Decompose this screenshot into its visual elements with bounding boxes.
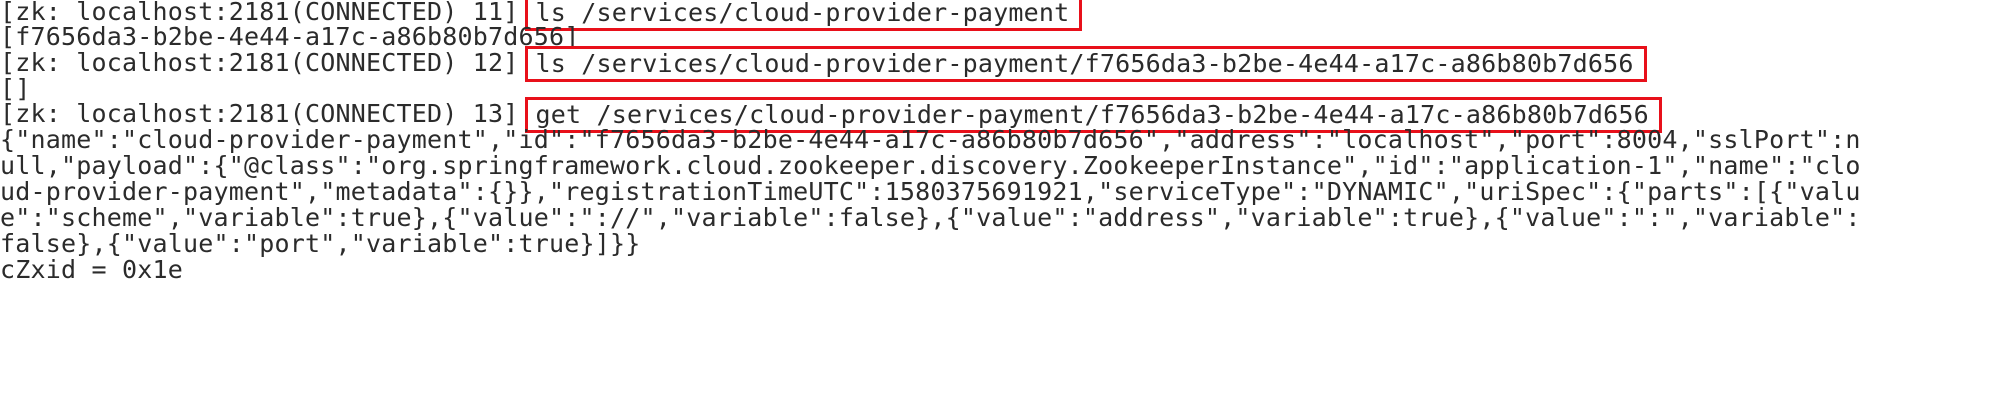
terminal-line-prompt: [zk: localhost:2181(CONNECTED) 12] ls /se… bbox=[0, 46, 1647, 82]
prompt-text: [zk: localhost:2181(CONNECTED) 12] bbox=[0, 48, 519, 77]
terminal-output[interactable]: [zk: localhost:2181(CONNECTED) 11] ls /se… bbox=[0, 0, 2008, 401]
command-text: ls /services/cloud-provider-payment/f765… bbox=[535, 49, 1634, 78]
command-text: ls /services/cloud-provider-payment bbox=[535, 0, 1070, 27]
highlighted-command: ls /services/cloud-provider-payment bbox=[524, 0, 1083, 31]
highlighted-command: ls /services/cloud-provider-payment/f765… bbox=[524, 46, 1647, 82]
terminal-line-output: cZxid = 0x1e bbox=[0, 255, 184, 284]
